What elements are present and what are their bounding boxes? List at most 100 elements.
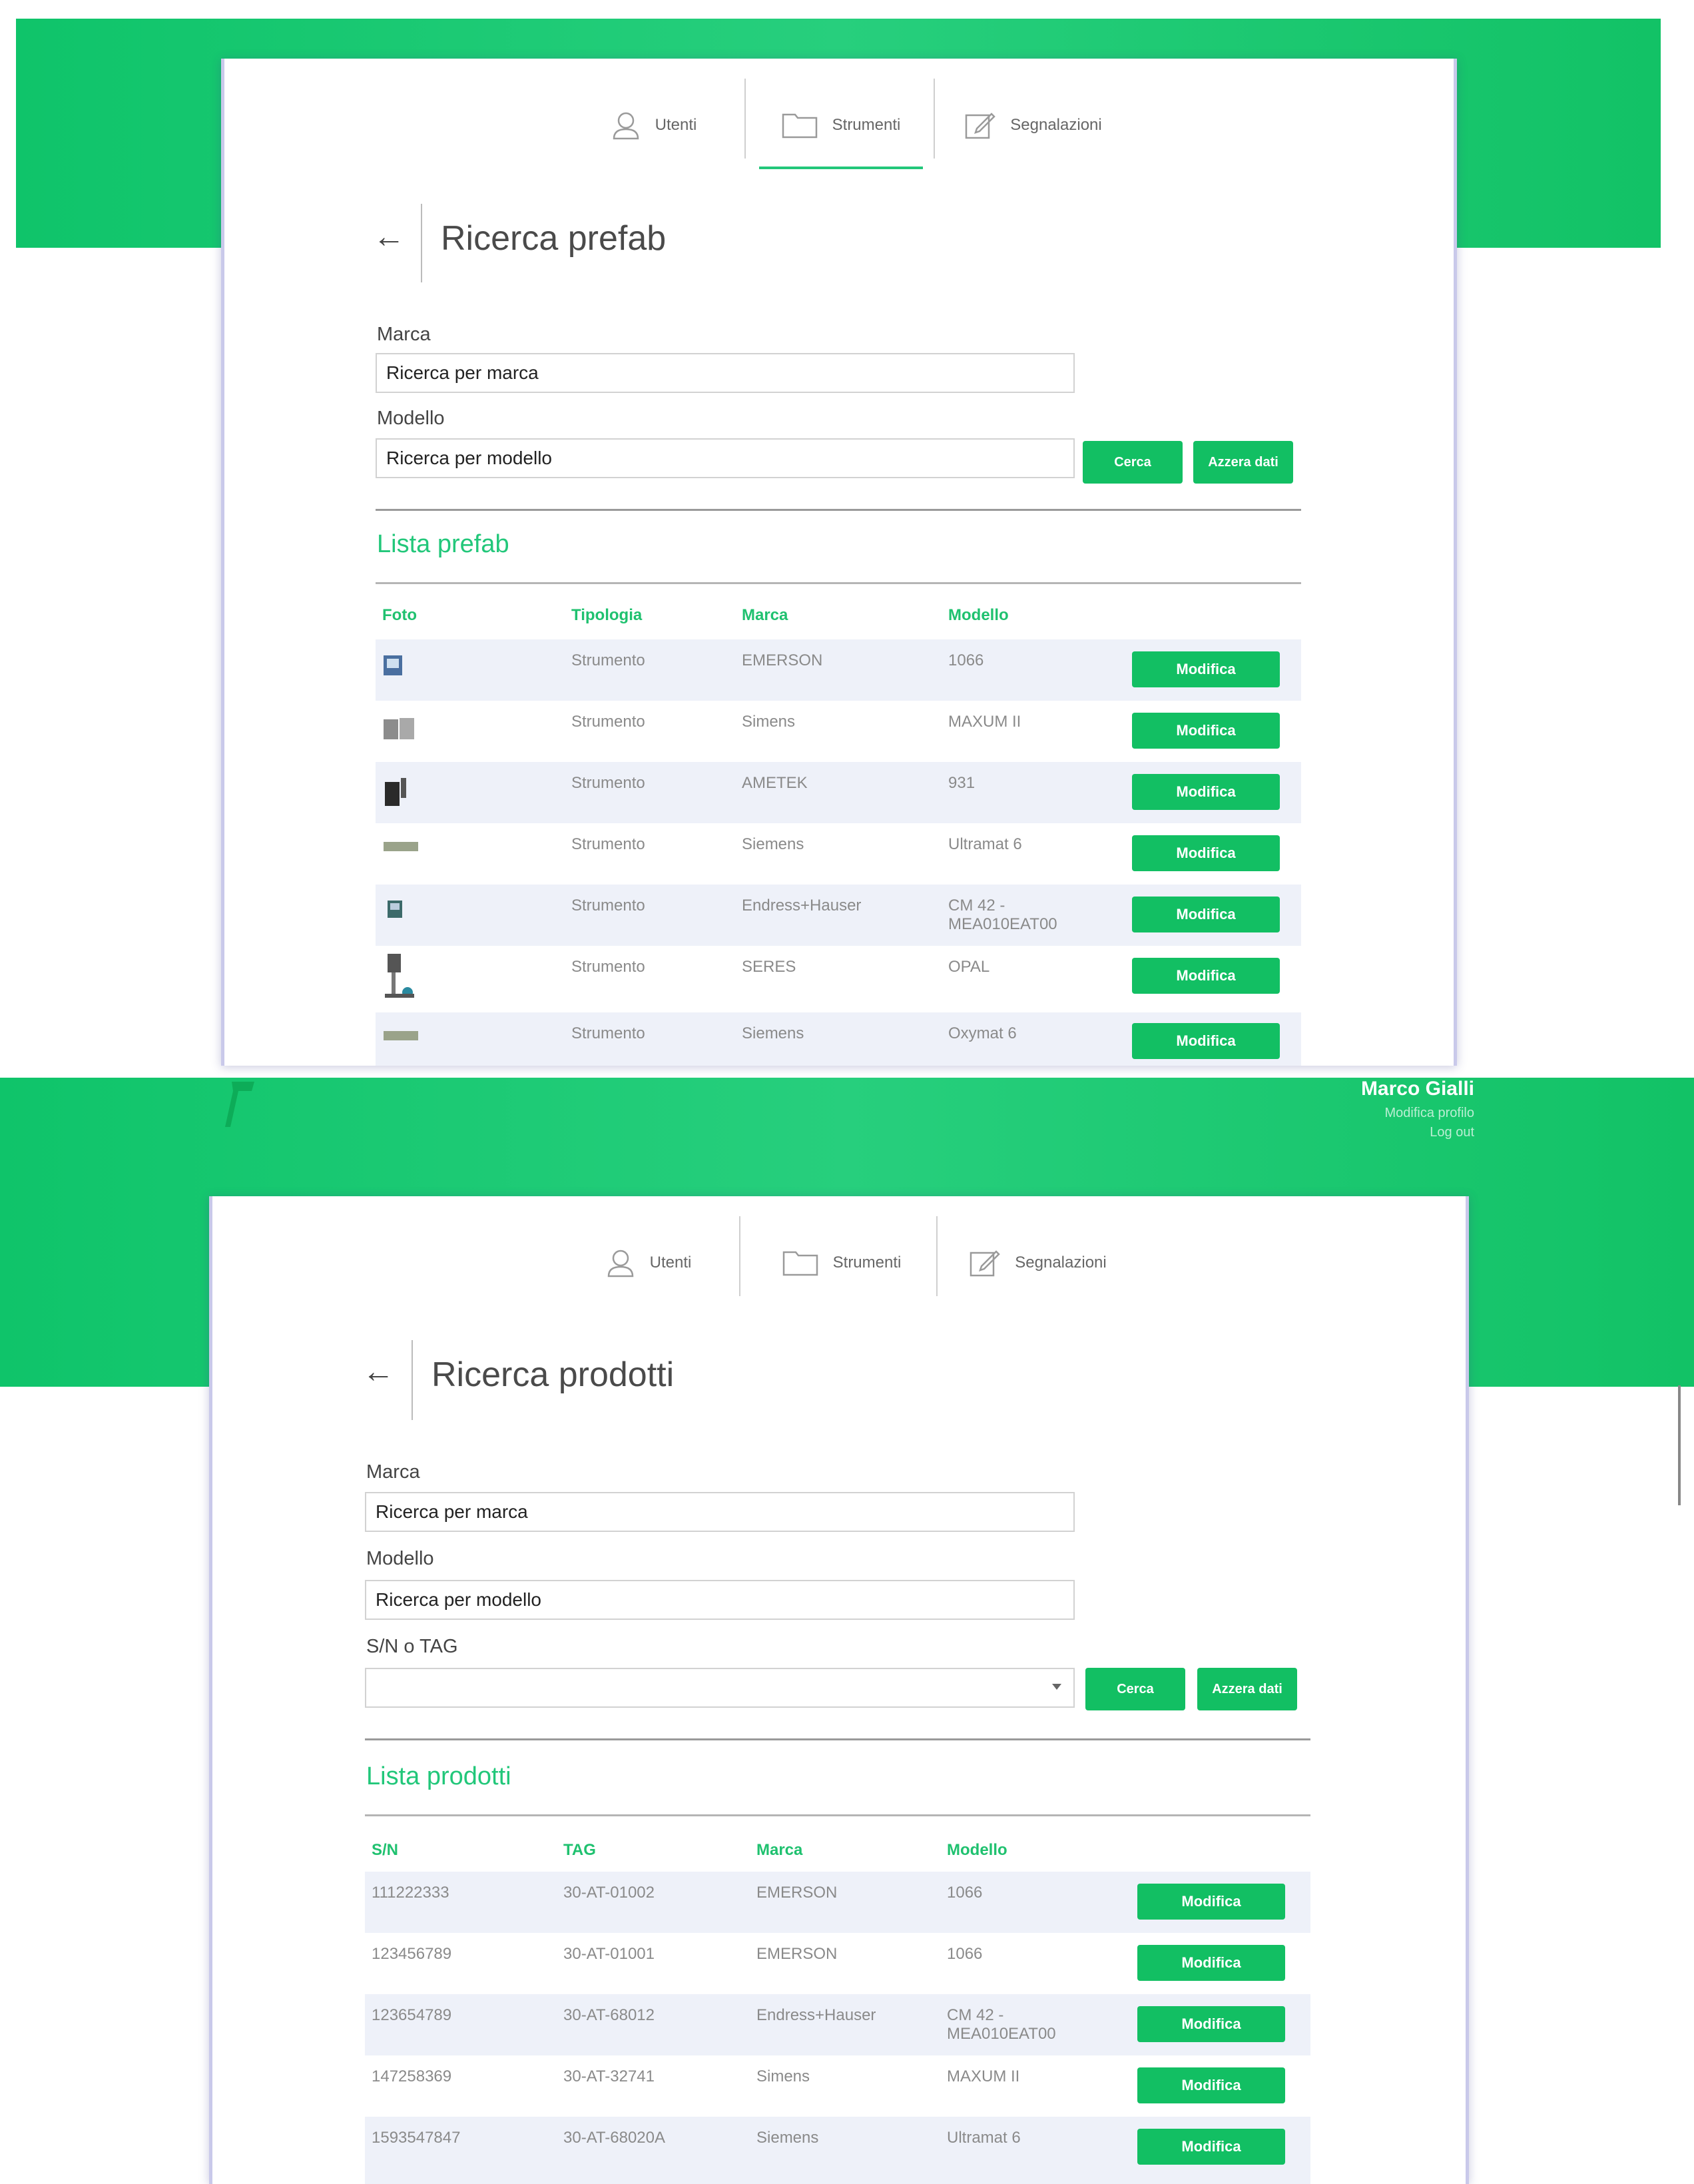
user-icon xyxy=(613,112,639,140)
cell-modello: OPAL xyxy=(948,958,990,976)
modifica-button[interactable]: Modifica xyxy=(1132,897,1280,932)
logout-link[interactable]: Log out xyxy=(1361,1125,1474,1140)
cell-modello: Oxymat 6 xyxy=(948,1024,1017,1042)
tab-label: Strumenti xyxy=(832,116,901,134)
cell-tipologia: Strumento xyxy=(571,835,645,853)
page-title: Ricerca prodotti xyxy=(431,1355,675,1394)
folder-icon xyxy=(782,1251,818,1276)
instrument-thumb-icon xyxy=(384,842,418,851)
cell-marca: EMERSON xyxy=(756,1884,838,1902)
tab-label: Strumenti xyxy=(832,1254,902,1272)
marca-label: Marca xyxy=(377,324,431,345)
cell-modello: 931 xyxy=(948,774,976,792)
modello-placeholder: Ricerca per modello xyxy=(376,1589,541,1610)
reset-button[interactable]: Azzera dati xyxy=(1193,441,1293,484)
nav-tabs: Utenti Strumenti Segnalazioni xyxy=(209,1196,1469,1329)
tab-strumenti[interactable]: Strumenti xyxy=(754,1223,930,1303)
cell-marca: Endress+Hauser xyxy=(756,2006,876,2024)
modifica-button[interactable]: Modifica xyxy=(1137,1945,1285,1981)
table-row: 123456789 30-AT-01001 EMERSON 1066 Modif… xyxy=(365,1933,1310,1994)
cell-modello: Ultramat 6 xyxy=(948,835,1022,853)
cell-marca: SERES xyxy=(742,958,796,976)
tab-utenti[interactable]: Utenti xyxy=(567,85,740,165)
divider xyxy=(365,1738,1310,1740)
tab-label: Utenti xyxy=(655,116,697,134)
divider xyxy=(376,509,1301,511)
modello-input[interactable]: Ricerca per modello xyxy=(376,438,1075,478)
edit-profile-link[interactable]: Modifica profilo xyxy=(1361,1106,1474,1121)
tab-utenti[interactable]: Utenti xyxy=(562,1223,735,1303)
tab-label: Segnalazioni xyxy=(1010,116,1102,134)
search-button[interactable]: Cerca xyxy=(1085,1668,1185,1710)
table-row: 147258369 30-AT-32741 Simens MAXUM II Mo… xyxy=(365,2055,1310,2117)
col-tag: TAG xyxy=(563,1841,596,1859)
cell-tag: 30-AT-68012 xyxy=(563,2006,655,2024)
cell-marca: Simens xyxy=(742,713,796,731)
cell-modello: 1066 xyxy=(947,1945,983,1963)
modifica-button[interactable]: Modifica xyxy=(1137,1884,1285,1920)
instrument-thumb-icon xyxy=(384,1031,418,1040)
instrument-thumb-icon xyxy=(385,954,414,998)
modifica-button[interactable]: Modifica xyxy=(1132,958,1280,994)
tab-segnalazioni[interactable]: Segnalazioni xyxy=(951,1223,1125,1303)
cell-tag: 30-AT-32741 xyxy=(563,2067,655,2085)
sn-tag-label: S/N o TAG xyxy=(366,1636,458,1657)
cell-tipologia: Strumento xyxy=(571,958,645,976)
cell-marca: Siemens xyxy=(742,835,804,853)
marca-placeholder: Ricerca per marca xyxy=(376,1501,528,1522)
cell-tipologia: Strumento xyxy=(571,897,645,914)
folder-icon xyxy=(782,113,817,139)
list-title: Lista prefab xyxy=(377,530,509,558)
col-tipologia: Tipologia xyxy=(571,606,643,624)
tab-strumenti[interactable]: Strumenti xyxy=(759,85,923,169)
table-row: Strumento Endress+Hauser CM 42 - MEA010E… xyxy=(376,885,1301,946)
back-arrow-icon[interactable]: ← xyxy=(362,1353,394,1390)
table-row: 123654789 30-AT-68012 Endress+Hauser CM … xyxy=(365,1994,1310,2055)
modello-input[interactable]: Ricerca per modello xyxy=(365,1580,1075,1620)
modello-label: Modello xyxy=(366,1548,434,1569)
modifica-button[interactable]: Modifica xyxy=(1132,651,1280,687)
modifica-button[interactable]: Modifica xyxy=(1137,2067,1285,2103)
marca-label: Marca xyxy=(366,1461,420,1483)
cell-tipologia: Strumento xyxy=(571,651,645,669)
table-row: Strumento Simens MAXUM II Modifica xyxy=(376,701,1301,762)
reset-button[interactable]: Azzera dati xyxy=(1197,1668,1297,1710)
cell-tipologia: Strumento xyxy=(571,774,645,792)
col-foto: Foto xyxy=(382,606,417,624)
cell-modello: MAXUM II xyxy=(948,713,1021,731)
table-row: Strumento EMERSON 1066 Modifica xyxy=(376,639,1301,701)
marca-input[interactable]: Ricerca per marca xyxy=(365,1492,1075,1532)
cell-marca: EMERSON xyxy=(742,651,823,669)
cell-marca: Siemens xyxy=(756,2129,819,2147)
tab-segnalazioni[interactable]: Segnalazioni xyxy=(947,85,1120,165)
prefab-card: Utenti Strumenti Segnalazioni ← Ricerca … xyxy=(221,59,1457,1066)
user-icon xyxy=(607,1250,633,1277)
modifica-button[interactable]: Modifica xyxy=(1132,713,1280,749)
col-marca: Marca xyxy=(742,606,788,624)
modifica-button[interactable]: Modifica xyxy=(1137,2006,1285,2042)
sn-tag-select[interactable] xyxy=(365,1668,1075,1708)
modifica-button[interactable]: Modifica xyxy=(1132,1023,1280,1059)
cell-modello: CM 42 - MEA010EAT00 xyxy=(947,2006,1056,2043)
back-arrow-icon[interactable]: ← xyxy=(373,218,405,255)
modifica-button[interactable]: Modifica xyxy=(1137,2129,1285,2165)
marca-input[interactable]: Ricerca per marca xyxy=(376,353,1075,393)
modifica-button[interactable]: Modifica xyxy=(1132,774,1280,810)
instrument-thumb-icon xyxy=(384,718,414,739)
cell-modello: CM 42 - MEA010EAT00 xyxy=(948,897,1057,933)
scrollbar[interactable] xyxy=(1678,1385,1681,1505)
divider xyxy=(365,1814,1310,1816)
cell-sn: 123654789 xyxy=(372,2006,452,2024)
col-modello: Modello xyxy=(947,1841,1007,1859)
table-row: Strumento Siemens Ultramat 6 Modifica xyxy=(376,823,1301,885)
modifica-button[interactable]: Modifica xyxy=(1132,835,1280,871)
table-row: Strumento Siemens Oxymat 6 Modifica xyxy=(376,1012,1301,1066)
cell-sn: 147258369 xyxy=(372,2067,452,2085)
cell-tipologia: Strumento xyxy=(571,1024,645,1042)
tab-label: Utenti xyxy=(649,1254,692,1272)
cell-sn: 1593547847 xyxy=(372,2129,461,2147)
col-sn: S/N xyxy=(372,1841,399,1859)
table-row: 1593547847 30-AT-68020A Siemens Ultramat… xyxy=(365,2117,1310,2184)
instrument-thumb-icon xyxy=(384,655,402,675)
search-button[interactable]: Cerca xyxy=(1083,441,1183,484)
